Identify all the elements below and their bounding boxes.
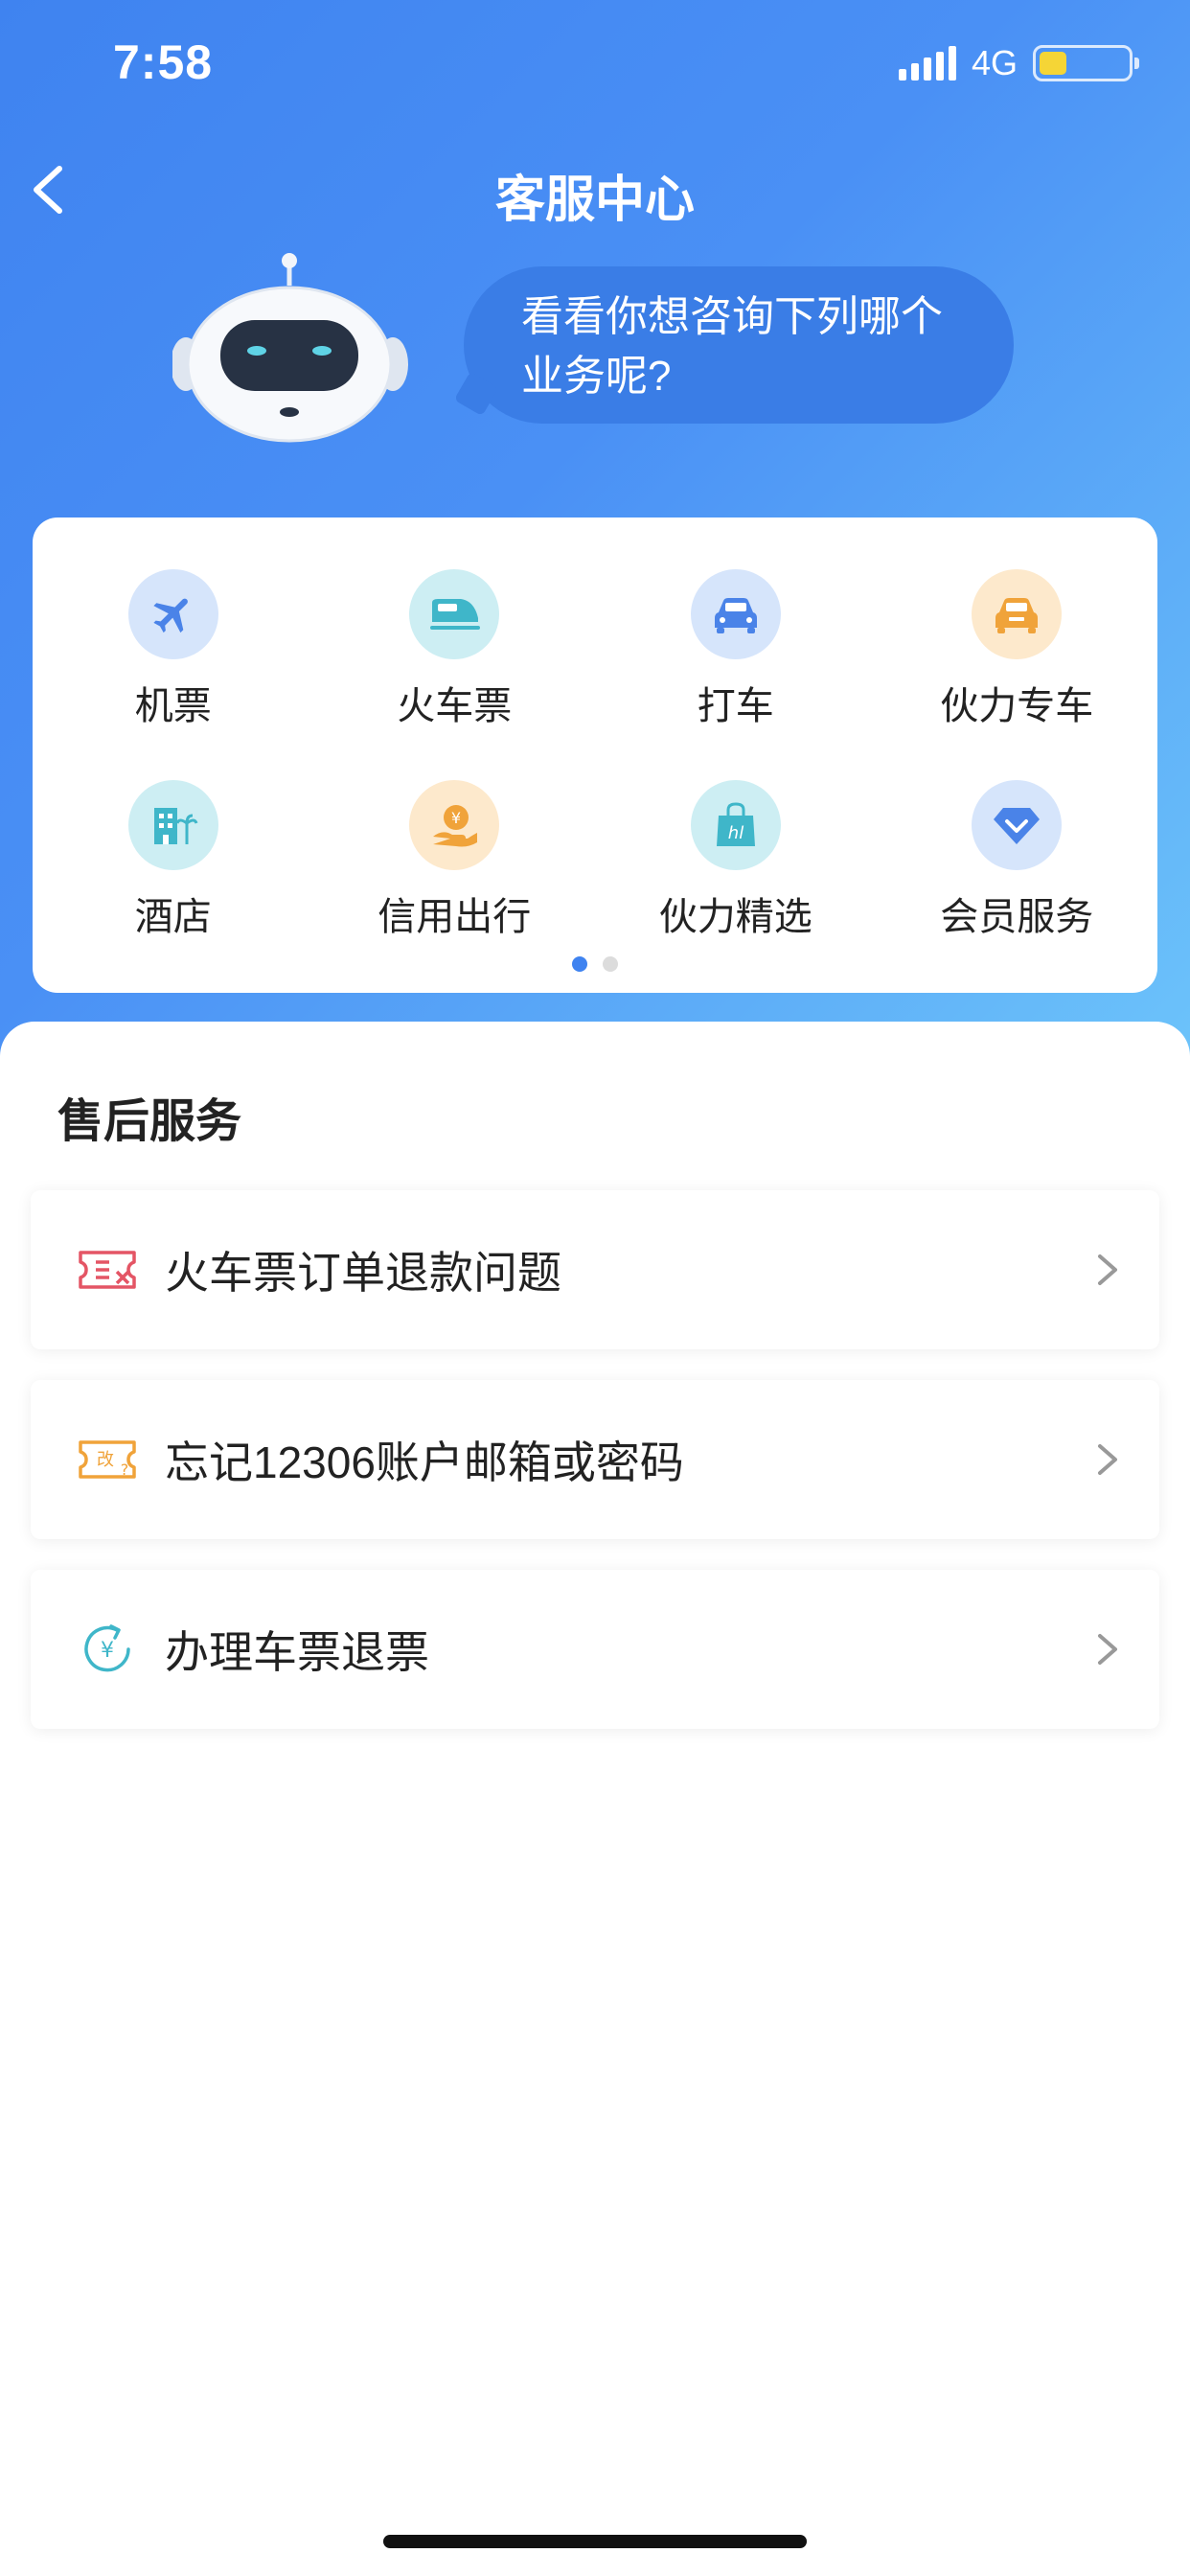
bubble-line-1: 看看你想咨询下列哪个 [521,293,943,340]
page-dot-active [572,956,587,972]
service-item-train[interactable]: 火车票 [314,569,596,730]
car-icon [690,569,781,659]
signal-icon [898,46,956,80]
service-item-membership[interactable]: 会员服务 [877,780,1158,941]
service-item-taxi[interactable]: 打车 [595,569,877,730]
service-label: 会员服务 [940,896,1094,938]
plane-icon [127,569,218,659]
service-grid: 机票 火车票 打车 伙力专车 酒店 ¥ 信用出行 hl 伙力精选 会员服务 [33,569,1157,941]
train-icon [409,569,500,659]
service-label: 信用出行 [378,896,532,938]
chevron-right-icon [1098,1254,1117,1285]
status-indicators: 4G [898,42,1139,84]
faq-item-train-refund[interactable]: 火车票订单退款问题 [31,1190,1159,1349]
faq-item-label: 火车票订单退款问题 [165,1248,561,1298]
header-background: 7:58 4G 客服中心 看看你想咨询下列哪个 业务呢? 机票 火车票 打车 伙… [0,0,1190,1064]
after-sales-section: 售后服务 火车票订单退款问题 改? 忘记12306账户邮箱或密码 ¥ 办理车票退… [0,1022,1190,2576]
yuan-refund-icon-text: ¥ [101,1639,114,1663]
shopping-bag-icon: hl [690,780,781,870]
faq-item-forgot-account[interactable]: 改? 忘记12306账户邮箱或密码 [31,1380,1159,1539]
service-label: 火车票 [397,685,513,727]
page-title: 客服中心 [494,172,695,228]
home-indicator[interactable] [383,2535,807,2548]
ticket-change-icon-text: 改 [97,1450,114,1470]
faq-item-label: 忘记12306账户邮箱或密码 [165,1438,684,1487]
diamond-icon [972,780,1063,870]
ticket-change-icon: 改? [77,1429,138,1490]
service-label: 打车 [697,685,774,727]
svg-text:¥: ¥ [451,809,461,827]
svg-text:hl: hl [728,823,744,843]
service-item-flight[interactable]: 机票 [33,569,314,730]
section-title: 售后服务 [57,1096,242,1147]
chevron-right-icon [1098,1444,1117,1475]
ticket-cancel-icon [77,1239,138,1300]
faq-item-ticket-refund[interactable]: ¥ 办理车票退票 [31,1570,1159,1729]
page-dot [603,956,618,972]
service-label: 伙力精选 [658,896,812,938]
service-item-hotel[interactable]: 酒店 [33,780,314,941]
service-label: 机票 [134,685,212,727]
page-indicator [33,956,1157,972]
bubble-line-2: 业务呢? [521,353,672,400]
svg-text:?: ? [121,1460,129,1479]
credit-coin-icon: ¥ [409,780,500,870]
service-categories-card: 机票 火车票 打车 伙力专车 酒店 ¥ 信用出行 hl 伙力精选 会员服务 [33,518,1157,993]
hotel-icon [127,780,218,870]
chevron-right-icon [1098,1634,1117,1665]
service-label: 伙力专车 [940,685,1094,727]
network-type: 4G [971,43,1018,82]
service-item-selection[interactable]: hl 伙力精选 [595,780,877,941]
service-item-premium-car[interactable]: 伙力专车 [877,569,1158,730]
assistant-speech-bubble: 看看你想咨询下列哪个 业务呢? [464,266,1014,424]
yuan-refund-icon: ¥ [77,1619,138,1680]
faq-item-label: 办理车票退票 [165,1627,429,1677]
premium-car-icon [972,569,1063,659]
robot-assistant-icon [172,253,408,443]
service-item-credit-travel[interactable]: ¥ 信用出行 [314,780,596,941]
service-label: 酒店 [134,896,212,938]
battery-icon [1033,45,1139,81]
status-time: 7:58 [113,35,214,89]
